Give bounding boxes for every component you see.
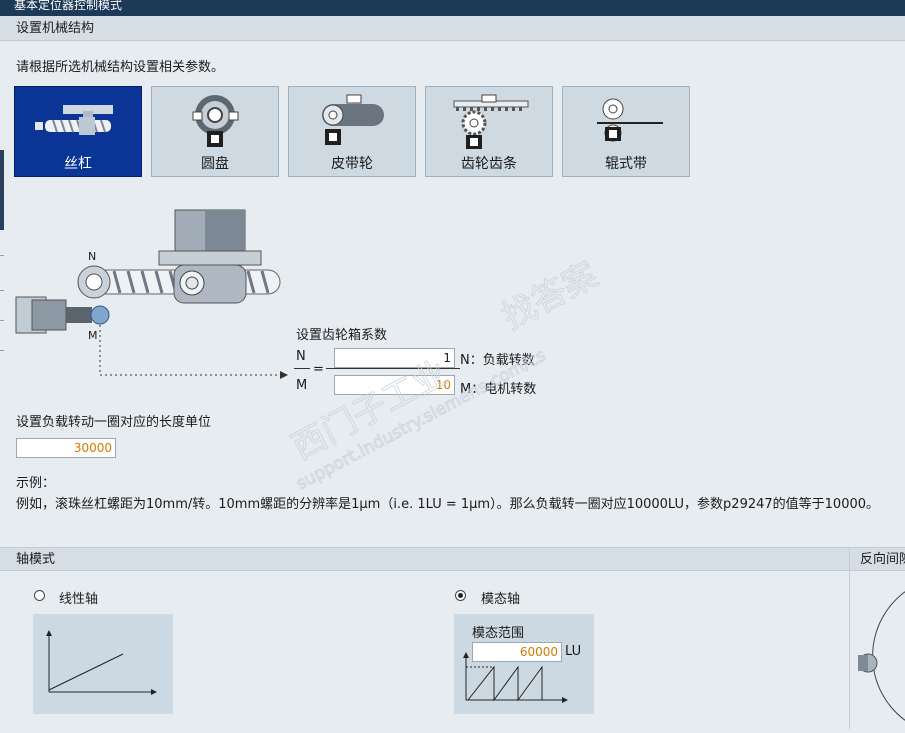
gearbox-equals: = bbox=[313, 362, 324, 377]
tile-lead-screw[interactable]: 丝杠 bbox=[14, 86, 142, 177]
tile-roller-conveyor-label: 辊式带 bbox=[605, 156, 647, 172]
tile-roller-conveyor[interactable]: 辊式带 bbox=[562, 86, 690, 177]
tile-rack-pinion[interactable]: 齿轮齿条 bbox=[425, 86, 553, 177]
example-text: 例如，滚珠丝杠螺距为10mm/转。10mm螺距的分辨率是1μm（i.e. 1LU… bbox=[16, 497, 880, 512]
modulo-range-unit: LU bbox=[565, 644, 582, 659]
modulo-axis-label: 模态轴 bbox=[481, 592, 521, 607]
left-nav-tick bbox=[0, 350, 4, 351]
gearbox-m-input[interactable]: 10 bbox=[334, 375, 455, 395]
lead-screw-diagram bbox=[15, 209, 288, 379]
mechanics-section-title: 设置机械结构 bbox=[16, 21, 95, 36]
modulo-range-label: 模态范围 bbox=[472, 626, 525, 641]
modulo-range-input[interactable]: 60000 bbox=[472, 642, 562, 662]
rack-pinion-icon bbox=[453, 94, 529, 149]
length-unit-input[interactable]: 30000 bbox=[16, 438, 116, 458]
window-title-text: 基本定位器控制模式 bbox=[14, 0, 123, 12]
tile-belt-pulley-label: 皮带轮 bbox=[331, 156, 373, 172]
modulo-axis-radio[interactable] bbox=[455, 590, 466, 601]
mechanics-instruction: 请根据所选机械结构设置相关参数。 bbox=[16, 60, 225, 75]
backlash-section-header: 反向间隙 bbox=[849, 547, 905, 571]
watermark-line2: 找答案 bbox=[495, 255, 604, 338]
backlash-section-body bbox=[849, 571, 905, 729]
linear-axis-radio[interactable] bbox=[34, 590, 45, 601]
gearbox-n-desc: N：负载转数 bbox=[460, 353, 535, 368]
axis-mode-title: 轴模式 bbox=[16, 552, 56, 567]
axis-mode-section-header: 轴模式 bbox=[0, 547, 849, 571]
tile-rotary-table[interactable]: 圆盘 bbox=[151, 86, 279, 177]
left-nav-tick bbox=[0, 320, 4, 321]
left-nav-strip bbox=[0, 150, 4, 230]
fraction-bar-right bbox=[326, 368, 460, 369]
tile-lead-screw-label: 丝杠 bbox=[64, 156, 92, 172]
rotary-table-icon bbox=[192, 95, 239, 147]
tile-belt-pulley[interactable]: 皮带轮 bbox=[288, 86, 416, 177]
fraction-bar-left bbox=[294, 368, 310, 369]
linear-axis-graph bbox=[46, 630, 157, 695]
length-unit-label: 设置负载转动一圈对应的长度单位 bbox=[16, 415, 212, 430]
gearbox-m-symbol: M bbox=[296, 378, 308, 393]
lead-screw-icon bbox=[35, 105, 113, 135]
backlash-gear-diagram bbox=[858, 591, 905, 721]
left-nav-tick bbox=[0, 290, 4, 291]
diagram-label-m: M bbox=[88, 329, 98, 342]
watermark-line1: 西门子工业 bbox=[285, 353, 454, 468]
linear-axis-chart bbox=[33, 614, 173, 714]
gearbox-title: 设置齿轮箱系数 bbox=[296, 328, 388, 343]
window-title: 基本定位器控制模式 bbox=[0, 0, 905, 16]
mechanics-section-header: 设置机械结构 bbox=[0, 16, 905, 41]
left-nav-tick bbox=[0, 255, 4, 256]
backlash-title: 反向间隙 bbox=[860, 552, 905, 567]
belt-pulley-icon bbox=[322, 94, 384, 145]
gearbox-n-input[interactable]: 1 bbox=[334, 348, 455, 368]
roller-conveyor-icon bbox=[597, 98, 663, 142]
tile-rotary-table-label: 圆盘 bbox=[201, 156, 229, 172]
modulo-axis-radio-dot bbox=[458, 593, 463, 598]
linear-axis-label: 线性轴 bbox=[59, 592, 99, 607]
gearbox-m-desc: M：电机转数 bbox=[460, 382, 537, 397]
gearbox-n-symbol: N bbox=[296, 349, 306, 364]
tile-rack-pinion-label: 齿轮齿条 bbox=[461, 156, 517, 172]
example-title: 示例： bbox=[16, 476, 56, 491]
diagram-label-n: N bbox=[88, 250, 97, 263]
